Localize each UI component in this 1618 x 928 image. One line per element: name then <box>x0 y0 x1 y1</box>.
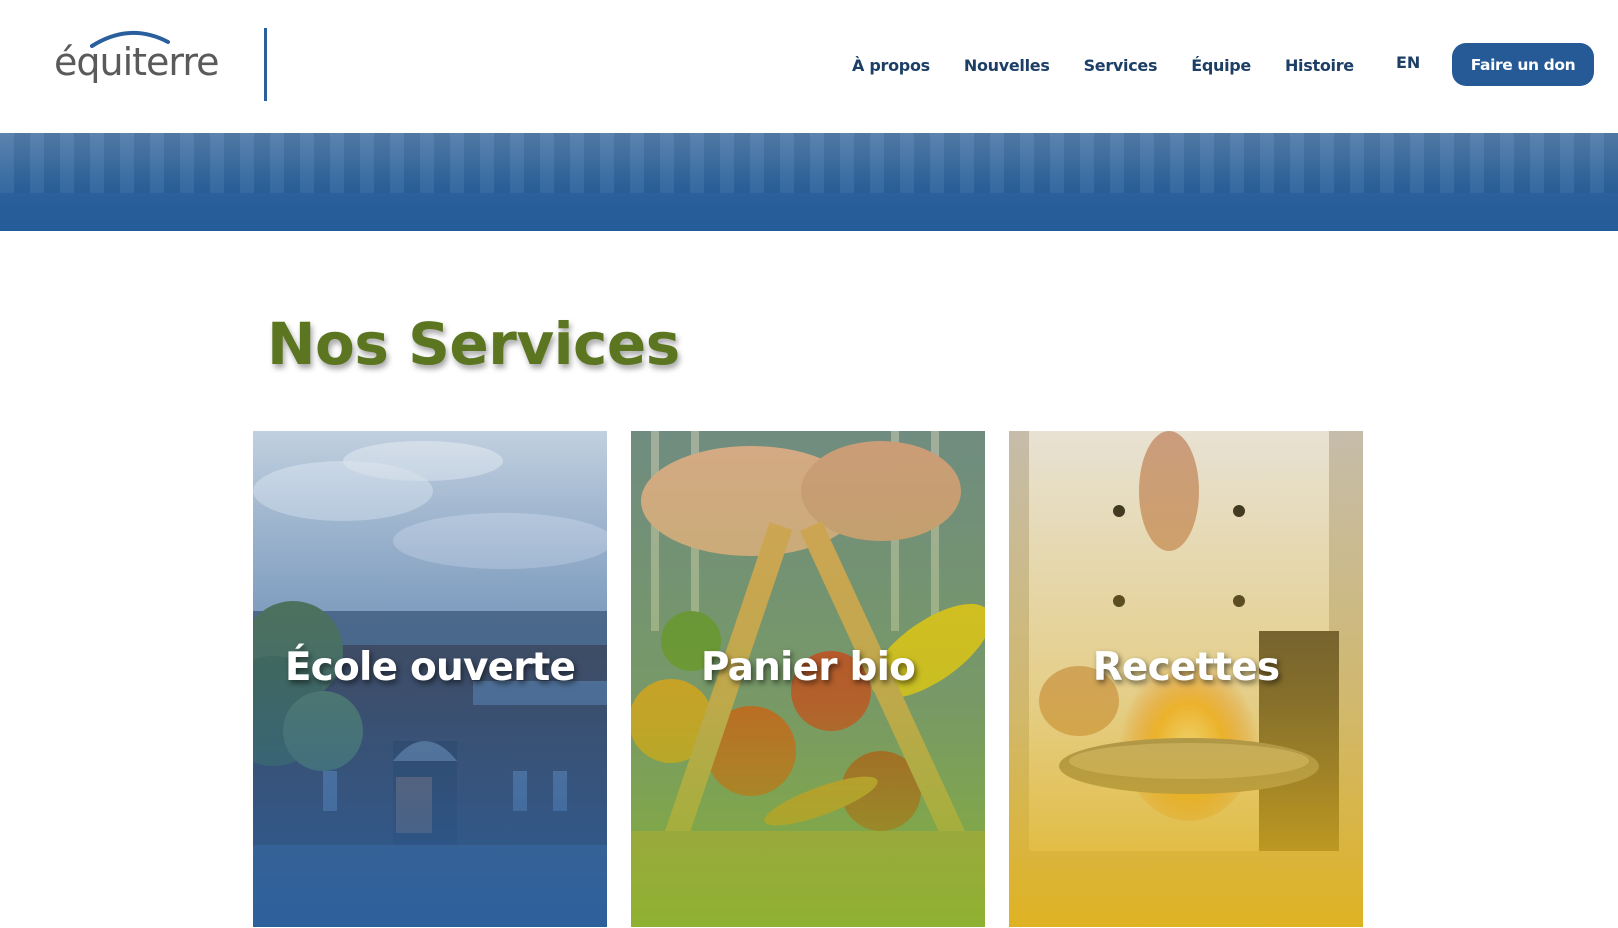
logo-text: équiterre <box>54 40 220 84</box>
service-card-panier-bio[interactable]: Panier bio <box>631 431 985 927</box>
service-card-recettes[interactable]: Recettes <box>1009 431 1363 927</box>
equiterre-logo[interactable]: équiterre <box>54 28 220 88</box>
service-card-ecole-ouverte[interactable]: École ouverte <box>253 431 607 927</box>
nav-item-services[interactable]: Services <box>1084 56 1158 75</box>
card-label-ecole-ouverte: École ouverte <box>284 645 576 690</box>
site-header: équiterre À propos Nouvelles Services Éq… <box>0 0 1618 133</box>
nav-item-equipe[interactable]: Équipe <box>1191 56 1251 75</box>
banner-texture <box>0 133 1618 193</box>
card-label-recettes: Recettes <box>1092 645 1280 690</box>
header-divider <box>264 28 267 101</box>
main-nav: À propos Nouvelles Services Équipe Histo… <box>852 52 1388 78</box>
nav-item-histoire[interactable]: Histoire <box>1285 56 1354 75</box>
hero-banner <box>0 133 1618 231</box>
nav-item-a-propos[interactable]: À propos <box>852 56 930 75</box>
section-title: Nos Services <box>267 310 680 378</box>
nav-item-nouvelles[interactable]: Nouvelles <box>964 56 1050 75</box>
card-label-panier-bio: Panier bio <box>700 645 916 690</box>
donate-button[interactable]: Faire un don <box>1452 43 1594 86</box>
language-switch-link[interactable]: EN <box>1396 53 1420 72</box>
